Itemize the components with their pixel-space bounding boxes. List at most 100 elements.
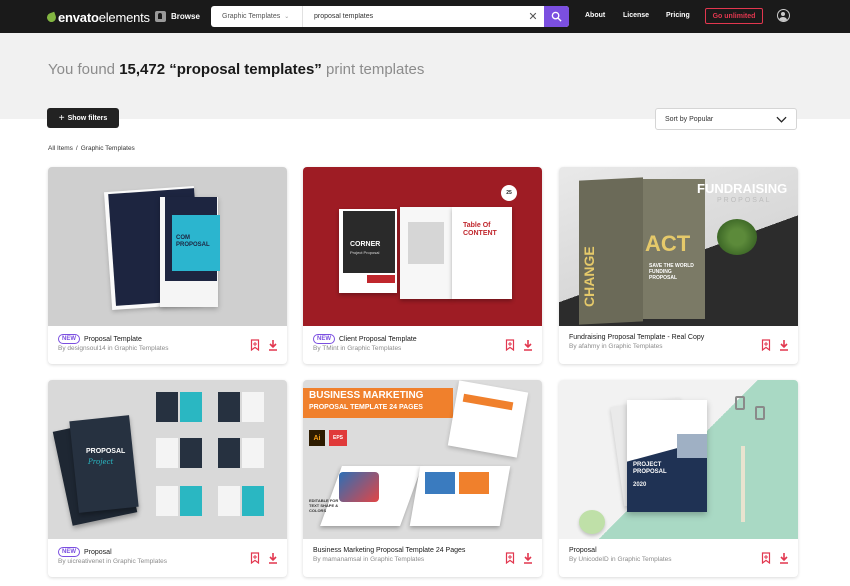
item-title-row: NEW Proposal xyxy=(58,547,112,557)
item-info: Business Marketing Proposal Template 24 … xyxy=(303,539,542,577)
cover-heading: FUNDRAISING xyxy=(697,181,788,196)
item-title[interactable]: Proposal xyxy=(569,547,597,554)
item-card[interactable]: CHANGE ACT SAVE THE WORLD FUNDING PROPOS… xyxy=(559,167,798,364)
item-card[interactable]: CORNER Project Proposal Table Of CONTENT… xyxy=(303,167,542,364)
search-input[interactable] xyxy=(303,6,522,27)
cover-left-word: CHANGE xyxy=(581,246,597,307)
sort-select[interactable]: Sort by Popular xyxy=(655,108,797,130)
item-title[interactable]: Business Marketing Proposal Template 24 … xyxy=(313,547,465,554)
bookmark-icon[interactable] xyxy=(250,551,260,565)
download-icon[interactable] xyxy=(779,338,789,351)
item-author[interactable]: mamanamsal xyxy=(322,556,361,563)
item-info: Fundraising Proposal Template - Real Cop… xyxy=(559,326,798,364)
breadcrumb-current[interactable]: Graphic Templates xyxy=(81,145,135,152)
item-category[interactable]: Graphic Templates xyxy=(114,345,168,352)
item-title[interactable]: Proposal Template xyxy=(84,336,142,343)
nav-about[interactable]: About xyxy=(585,12,605,19)
cover-title-text: PROPOSAL xyxy=(86,448,126,455)
cover-title-text: PROJECT PROPOSAL xyxy=(633,462,667,475)
breadcrumb: All Items / Graphic Templates xyxy=(48,145,135,152)
bookmark-icon[interactable] xyxy=(761,338,771,352)
cover-title-text: COM PROPOSAL xyxy=(176,235,210,248)
sort-select-label: Sort by Popular xyxy=(665,115,714,123)
item-info: NEW Client Proposal Template By TMint in… xyxy=(303,326,542,364)
item-meta: By uicreativenet in Graphic Templates xyxy=(58,558,168,565)
download-icon[interactable] xyxy=(268,338,278,351)
cover-right-word: ACT xyxy=(645,231,691,256)
item-card[interactable]: BUSINESS MARKETING PROPOSAL TEMPLATE 24 … xyxy=(303,380,542,577)
breadcrumb-all-items[interactable]: All Items xyxy=(48,145,73,152)
item-thumbnail[interactable]: CHANGE ACT SAVE THE WORLD FUNDING PROPOS… xyxy=(559,167,798,326)
cover-tagline: SAVE THE WORLD FUNDING PROPOSAL xyxy=(649,263,694,281)
item-thumbnail[interactable]: BUSINESS MARKETING PROPOSAL TEMPLATE 24 … xyxy=(303,380,542,539)
page-number-badge: 25 xyxy=(501,185,517,201)
item-category[interactable]: Graphic Templates xyxy=(347,345,401,352)
item-title[interactable]: Proposal xyxy=(84,549,112,556)
item-meta: By TMint in Graphic Templates xyxy=(313,345,402,352)
show-filters-button[interactable]: + Show filters xyxy=(47,108,119,128)
user-icon[interactable] xyxy=(777,9,790,22)
page-title-text: Table Of CONTENT xyxy=(463,222,497,237)
item-author[interactable]: designsoul14 xyxy=(67,345,105,352)
plus-icon: + xyxy=(58,112,65,124)
download-icon[interactable] xyxy=(779,551,789,564)
breadcrumb-separator: / xyxy=(75,145,78,152)
item-card[interactable]: PROJECT PROPOSAL 2020 Proposal By Unicod… xyxy=(559,380,798,577)
item-category[interactable]: Graphic Templates xyxy=(608,343,662,350)
item-meta: By designsoul14 in Graphic Templates xyxy=(58,345,169,352)
item-meta: By afahmy in Graphic Templates xyxy=(569,343,663,350)
item-author[interactable]: TMint xyxy=(322,345,338,352)
item-category[interactable]: Graphic Templates xyxy=(113,558,167,565)
item-author[interactable]: uicreativenet xyxy=(67,558,104,565)
cover-sub-text: Project Proposal xyxy=(350,250,380,255)
item-category[interactable]: Graphic Templates xyxy=(370,556,424,563)
item-info: Proposal By UnicodeID in Graphic Templat… xyxy=(559,539,798,577)
results-heading: You found 15,472 “proposal templates” pr… xyxy=(48,61,425,78)
item-author[interactable]: afahmy xyxy=(578,343,599,350)
banner-line-2: PROPOSAL TEMPLATE 24 PAGES xyxy=(309,404,423,411)
item-title-row: Fundraising Proposal Template - Real Cop… xyxy=(569,334,704,341)
top-navigation-bar: envatoelements Browse Graphic Templates … xyxy=(0,0,850,33)
ai-file-badge: Ai xyxy=(309,430,325,446)
category-select-label: Graphic Templates xyxy=(222,13,281,20)
item-card[interactable]: COM PROPOSAL NEW Proposal Template By de… xyxy=(48,167,287,364)
download-icon[interactable] xyxy=(523,338,533,351)
browse-button[interactable]: Browse xyxy=(155,9,200,24)
cover-title-text: CORNER xyxy=(350,241,381,248)
bookmark-icon[interactable] xyxy=(505,551,515,565)
item-title-row: Proposal xyxy=(569,547,597,554)
item-title-row: NEW Proposal Template xyxy=(58,334,142,344)
new-badge: NEW xyxy=(58,547,80,557)
item-title[interactable]: Fundraising Proposal Template - Real Cop… xyxy=(569,334,704,341)
bookmark-icon[interactable] xyxy=(505,338,515,352)
show-filters-label: Show filters xyxy=(67,114,108,122)
editable-note: EDITABLE FOR TEXT SHAPE & COLORS xyxy=(309,498,339,513)
item-category[interactable]: Graphic Templates xyxy=(617,556,671,563)
category-select[interactable]: Graphic Templates ⌄ xyxy=(211,6,303,27)
new-badge: NEW xyxy=(58,334,80,344)
eps-file-badge: EPS xyxy=(329,430,347,446)
item-title-row: NEW Client Proposal Template xyxy=(313,334,417,344)
item-card[interactable]: PROPOSAL Project NEW Proposal By uicreat… xyxy=(48,380,287,577)
results-hero: You found 15,472 “proposal templates” pr… xyxy=(0,33,850,119)
item-thumbnail[interactable]: CORNER Project Proposal Table Of CONTENT… xyxy=(303,167,542,326)
download-icon[interactable] xyxy=(268,551,278,564)
go-unlimited-button[interactable]: Go unlimited xyxy=(705,8,763,24)
bookmark-icon[interactable] xyxy=(250,338,260,352)
search-button[interactable] xyxy=(544,6,569,27)
search-bar: Graphic Templates ⌄ ✕ xyxy=(211,6,569,27)
item-thumbnail[interactable]: PROPOSAL Project xyxy=(48,380,287,539)
nav-license[interactable]: License xyxy=(623,12,649,19)
item-title[interactable]: Client Proposal Template xyxy=(339,336,417,343)
nav-pricing[interactable]: Pricing xyxy=(666,12,690,19)
bookmark-icon[interactable] xyxy=(761,551,771,565)
item-thumbnail[interactable]: PROJECT PROPOSAL 2020 xyxy=(559,380,798,539)
logo-text: envatoelements xyxy=(58,9,150,25)
envato-elements-logo[interactable]: envatoelements xyxy=(45,9,150,25)
item-author[interactable]: UnicodeID xyxy=(578,556,608,563)
clear-icon[interactable]: ✕ xyxy=(522,6,544,27)
item-title-row: Business Marketing Proposal Template 24 … xyxy=(313,547,465,554)
item-thumbnail[interactable]: COM PROPOSAL xyxy=(48,167,287,326)
download-icon[interactable] xyxy=(523,551,533,564)
chevron-down-icon: ⌄ xyxy=(284,14,290,20)
